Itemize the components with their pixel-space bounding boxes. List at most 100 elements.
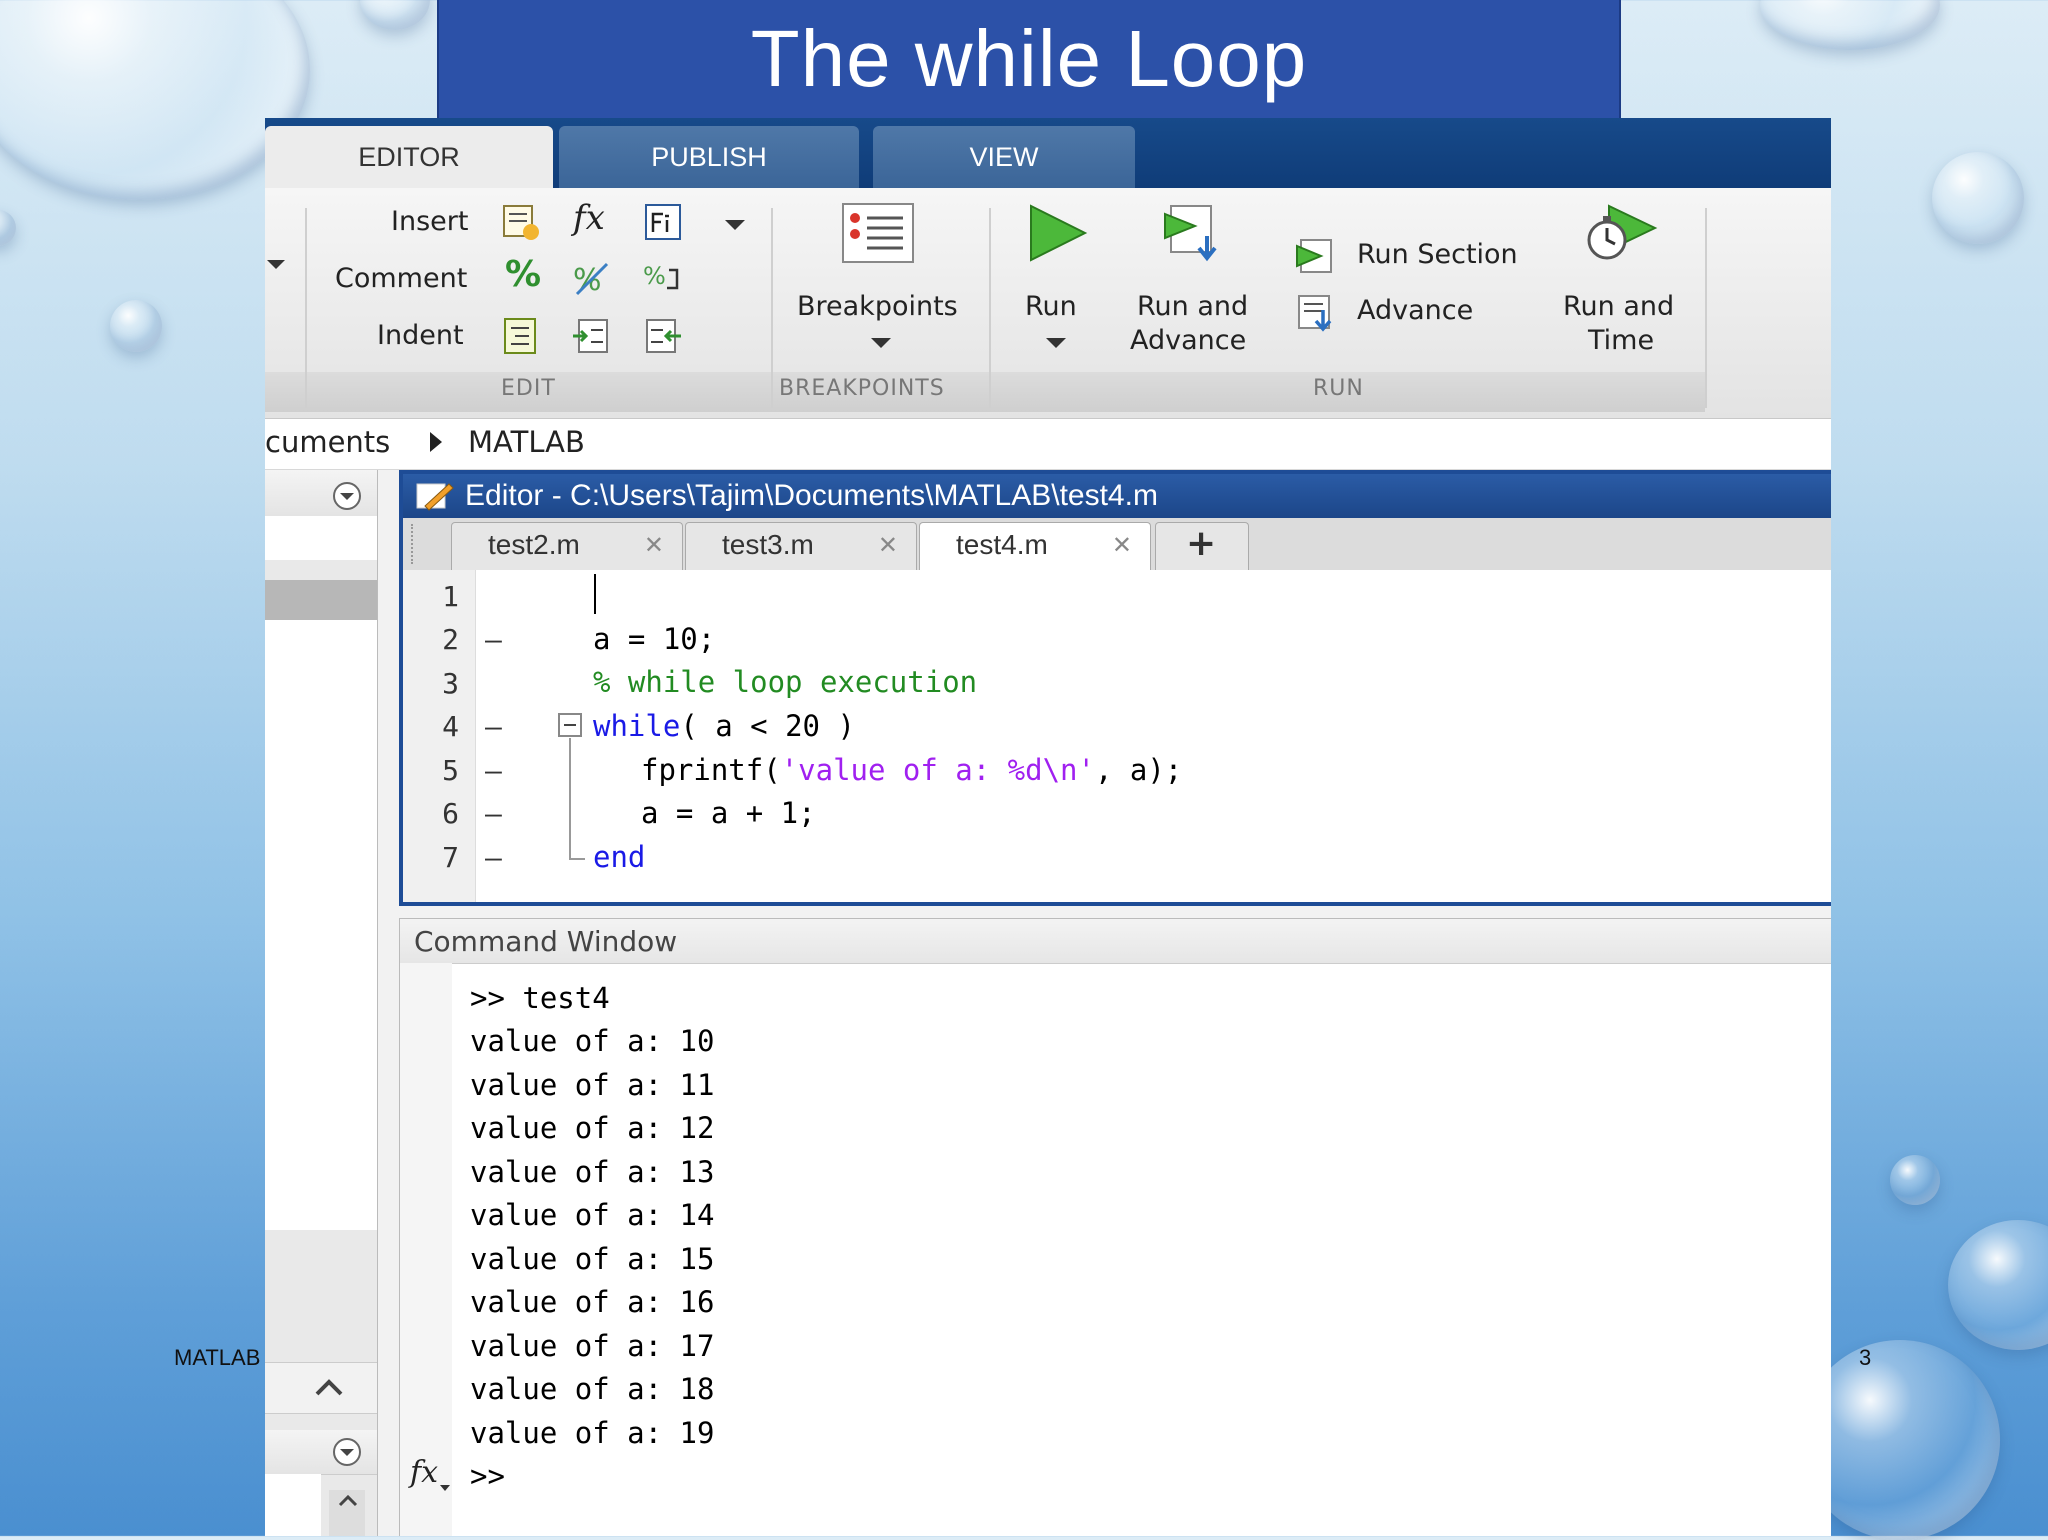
code-line-4: while( a < 20 ) [593, 709, 855, 743]
tab-publish[interactable]: PUBLISH [559, 126, 859, 188]
breakpoints-group-label: BREAKPOINTS [779, 376, 945, 401]
output-line: value of a: 17 [470, 1329, 715, 1363]
insert-function-box-icon[interactable] [643, 202, 683, 242]
workspace-list [265, 1474, 321, 1536]
insert-label[interactable]: Insert [391, 206, 468, 237]
run-and-time-icon[interactable] [1583, 202, 1659, 264]
code-line-5-end: , a); [1094, 753, 1183, 787]
breakpoints-icon[interactable] [841, 202, 915, 264]
footer-label: MATLAB [174, 1345, 261, 1370]
scroll-up-icon[interactable] [337, 1492, 359, 1508]
run-icon[interactable] [1025, 202, 1091, 264]
breadcrumb-documents[interactable]: cuments [265, 425, 390, 459]
collapse-arrow-icon[interactable] [267, 260, 285, 269]
current-folder-address-bar[interactable]: cuments MATLAB [265, 419, 1831, 470]
close-icon[interactable]: ✕ [644, 531, 664, 559]
increase-indent-icon[interactable] [571, 316, 611, 356]
breakpoints-dropdown-icon[interactable] [871, 338, 891, 348]
file-list-area [265, 620, 377, 1230]
run-group-label: RUN [1313, 376, 1364, 401]
file-tab-label: test4.m [956, 529, 1048, 560]
breadcrumb-arrow-icon[interactable] [430, 432, 442, 452]
run-and-advance-icon[interactable] [1161, 202, 1231, 264]
code-line-4-rest: ( a < 20 ) [680, 709, 855, 743]
file-list-row-selected[interactable] [265, 580, 377, 620]
run-and-time-button-line2[interactable]: Time [1588, 325, 1654, 356]
insert-section-icon[interactable] [501, 202, 541, 242]
ribbon-toolbar: Insert Comment Indent fx % % % EDIT Brea… [265, 188, 1831, 419]
file-list-row[interactable] [265, 516, 377, 560]
wrap-comments-icon[interactable]: % [643, 258, 683, 298]
slide-title-bar: The while Loop [437, 0, 1621, 118]
bubble-decoration [1948, 1220, 2048, 1350]
output-line: value of a: 19 [470, 1416, 715, 1450]
breadcrumb-matlab[interactable]: MATLAB [468, 425, 585, 459]
comment-percent-icon[interactable]: % [505, 254, 541, 295]
panel-actions-dropdown-icon[interactable] [331, 480, 363, 512]
code-area[interactable]: 1 2 3 4 5 6 7 — — — — — a = 10; % while … [403, 570, 1831, 902]
editor-pencil-icon [416, 483, 454, 511]
group-separator [1705, 208, 1707, 408]
output-line: value of a: 16 [470, 1285, 715, 1319]
keyword-while: while [593, 709, 681, 743]
fx-dropdown-icon[interactable] [440, 1485, 450, 1491]
group-separator [989, 208, 991, 408]
group-label-band [265, 372, 1705, 412]
bubble-decoration [0, 0, 310, 200]
file-tab-test4[interactable]: test4.m ✕ [919, 522, 1151, 572]
code-fold-minus-icon[interactable] [557, 712, 583, 738]
current-folder-panel [265, 470, 378, 1536]
decrease-indent-icon[interactable] [643, 316, 683, 356]
breakpoint-dash[interactable]: — [485, 623, 502, 656]
command-line: >> test4 [470, 981, 610, 1015]
bubble-decoration [1932, 152, 2024, 244]
group-separator [305, 208, 307, 408]
output-line: value of a: 12 [470, 1111, 715, 1145]
command-window-title: Command Window [414, 925, 678, 958]
close-icon[interactable]: ✕ [878, 531, 898, 559]
code-line-5-start: fprintf( [641, 753, 781, 787]
breakpoint-dash[interactable]: — [485, 841, 502, 874]
breakpoint-dash[interactable]: — [485, 710, 502, 743]
close-icon[interactable]: ✕ [1112, 531, 1132, 559]
file-tab-test2[interactable]: test2.m ✕ [451, 522, 683, 570]
indent-label[interactable]: Indent [377, 320, 464, 351]
run-and-advance-button-line1[interactable]: Run and [1137, 291, 1248, 322]
command-window-title-bar: Command Window [400, 919, 1831, 964]
chevron-up-icon[interactable] [313, 1374, 345, 1398]
run-and-time-button-line1[interactable]: Run and [1563, 291, 1674, 322]
run-section-button[interactable]: Run Section [1357, 239, 1518, 270]
bubble-decoration [1760, 0, 1940, 50]
breakpoints-button[interactable]: Breakpoints [797, 291, 958, 322]
code-line-6: a = a + 1; [641, 796, 816, 830]
run-button[interactable]: Run [1025, 291, 1077, 322]
insert-more-dropdown-icon[interactable] [725, 220, 745, 230]
file-tab-label: test2.m [488, 529, 580, 560]
fx-function-browser-icon[interactable]: fx [410, 1455, 438, 1490]
fold-guide-line [569, 738, 585, 860]
command-window[interactable]: Command Window >> test4 value of a: 10 v… [399, 918, 1831, 1536]
run-section-icon[interactable] [1295, 236, 1335, 276]
svg-text:%: % [643, 262, 666, 290]
group-separator [771, 208, 773, 408]
command-prompt[interactable]: >> [470, 1459, 505, 1493]
smart-indent-icon[interactable] [501, 316, 541, 356]
advance-icon[interactable] [1295, 292, 1335, 332]
run-dropdown-icon[interactable] [1046, 338, 1066, 348]
file-tab-test3[interactable]: test3.m ✕ [685, 522, 917, 570]
line-number: 2 [442, 623, 459, 656]
tab-editor[interactable]: EDITOR [265, 126, 553, 188]
bubble-decoration [360, 0, 430, 30]
advance-button[interactable]: Advance [1357, 295, 1473, 326]
breakpoint-dash[interactable]: — [485, 754, 502, 787]
workspace-actions-dropdown-icon[interactable] [331, 1436, 363, 1468]
bubble-decoration [1890, 1155, 1940, 1205]
uncomment-icon[interactable]: % [571, 258, 611, 298]
breakpoint-dash[interactable]: — [485, 797, 502, 830]
run-and-advance-button-line2[interactable]: Advance [1130, 325, 1246, 356]
comment-label[interactable]: Comment [335, 263, 467, 294]
fx-insert-function-icon[interactable]: fx [573, 198, 605, 238]
tab-view[interactable]: VIEW [873, 126, 1135, 188]
new-tab-button[interactable]: + [1155, 522, 1249, 570]
bubble-decoration [0, 210, 16, 246]
